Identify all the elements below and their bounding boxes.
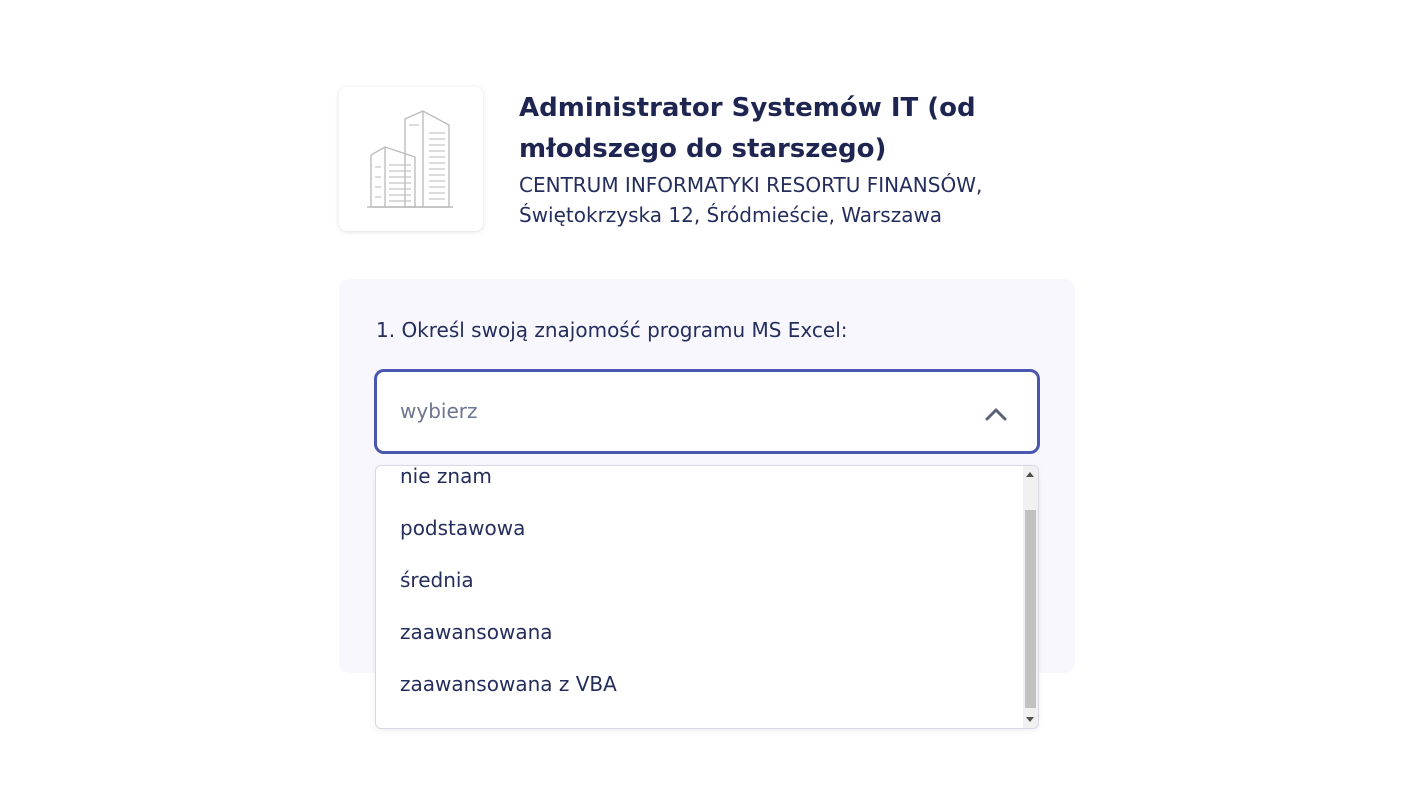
company-address: Świętokrzyska 12, Śródmieście, Warszawa — [519, 203, 943, 227]
option-srednia[interactable]: średnia — [376, 554, 1022, 606]
option-list: nie znam podstawowa średnia zaawansowana… — [376, 466, 1022, 710]
question-label: 1. Określ swoją znajomość programu MS Ex… — [376, 318, 848, 342]
option-nie-znam[interactable]: nie znam — [376, 466, 1022, 502]
company-logo — [339, 87, 483, 231]
office-building-icon — [367, 110, 453, 208]
scroll-up-arrow-icon[interactable] — [1026, 472, 1034, 477]
chevron-up-icon[interactable] — [985, 407, 1007, 421]
job-title: Administrator Systemów IT (od młodszego … — [519, 93, 976, 164]
scroll-down-arrow-icon[interactable] — [1026, 717, 1034, 722]
page: Administrator Systemów IT (od młodszego … — [0, 0, 1416, 802]
select-placeholder: wybierz — [400, 399, 478, 423]
company-info: CENTRUM INFORMATYKI RESORTU FINANSÓW, Św… — [519, 170, 1079, 230]
select-dropdown-list[interactable]: nie znam podstawowa średnia zaawansowana… — [375, 465, 1039, 729]
excel-level-select[interactable]: wybierz — [374, 369, 1040, 454]
option-podstawowa[interactable]: podstawowa — [376, 502, 1022, 554]
company-name: CENTRUM INFORMATYKI RESORTU FINANSÓW, — [519, 173, 983, 197]
dropdown-scrollbar[interactable] — [1023, 466, 1038, 728]
scrollbar-thumb[interactable] — [1025, 510, 1036, 708]
option-zaawansowana[interactable]: zaawansowana — [376, 606, 1022, 658]
option-zaawansowana-z-vba[interactable]: zaawansowana z VBA — [376, 658, 1022, 710]
